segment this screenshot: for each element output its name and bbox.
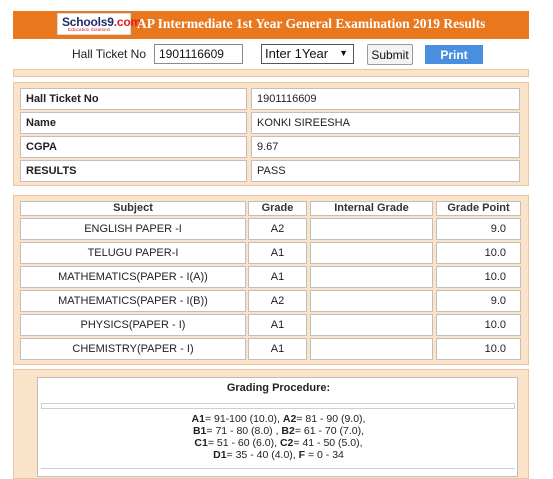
subject-cell: MATHEMATICS(PAPER - I(B)) (20, 290, 246, 312)
grading-line: D1= 35 - 40 (4.0), F = 0 - 34 (213, 449, 344, 461)
detail-value: 9.67 (251, 136, 520, 158)
detail-label: Hall Ticket No (20, 88, 247, 110)
grade-cell: A1 (248, 242, 307, 264)
detail-value: 1901116609 (251, 88, 520, 110)
grading-title: Grading Procedure: (226, 382, 331, 394)
detail-value: KONKI SIREESHA (251, 112, 520, 134)
grade-point-cell: 9.0 (436, 218, 521, 240)
detail-value: PASS (251, 160, 520, 182)
internal-grade-cell (310, 218, 433, 240)
subject-cell: TELUGU PAPER-I (20, 242, 246, 264)
grade-point-cell: 10.0 (436, 242, 521, 264)
grade-point-cell: 10.0 (436, 338, 521, 360)
detail-label: Name (20, 112, 247, 134)
submit-button[interactable]: Submit (367, 44, 413, 65)
column-header-internal-grade: Internal Grade (310, 201, 433, 216)
internal-grade-cell (310, 242, 433, 264)
logo-text: Schools9.com (62, 15, 141, 29)
grading-line: A1= 91-100 (10.0), A2= 81 - 90 (9.0), (191, 413, 366, 425)
subject-cell: MATHEMATICS(PAPER - I(A)) (20, 266, 246, 288)
grading-bottom-divider (41, 468, 515, 474)
header-bar: Schools9.com Education Solutions AP Inte… (13, 11, 529, 39)
subject-cell: ENGLISH PAPER -I (20, 218, 246, 240)
grade-point-cell: 9.0 (436, 290, 521, 312)
grade-point-cell: 10.0 (436, 314, 521, 336)
detail-label: RESULTS (20, 160, 247, 182)
subject-cell: CHEMISTRY(PAPER - I) (20, 338, 246, 360)
divider-strip (13, 69, 529, 77)
grading-line: C1= 51 - 60 (6.0), C2= 41 - 50 (5.0), (194, 437, 363, 449)
detail-label: CGPA (20, 136, 247, 158)
column-header-grade-point: Grade Point (436, 201, 521, 216)
grade-cell: A2 (248, 290, 307, 312)
site-logo[interactable]: Schools9.com Education Solutions (57, 13, 141, 35)
grade-cell: A1 (248, 266, 307, 288)
hall-ticket-input[interactable] (154, 44, 243, 64)
column-header-grade: Grade (248, 201, 307, 216)
grade-cell: A1 (248, 338, 307, 360)
subject-cell: PHYSICS(PAPER - I) (20, 314, 246, 336)
year-select-value: Inter 1Year (265, 46, 329, 61)
hall-ticket-label: Hall Ticket No (72, 47, 147, 61)
page-title: AP Intermediate 1st Year General Examina… (137, 16, 486, 31)
grade-point-cell: 10.0 (436, 266, 521, 288)
grading-divider (41, 403, 515, 409)
results-page: Schools9.com Education Solutions AP Inte… (0, 0, 553, 479)
grade-cell: A1 (248, 314, 307, 336)
internal-grade-cell (310, 314, 433, 336)
internal-grade-cell (310, 290, 433, 312)
column-header-subject: Subject (20, 201, 246, 216)
internal-grade-cell (310, 338, 433, 360)
grading-procedure: Grading Procedure: A1= 91-100 (10.0), A2… (37, 377, 518, 477)
grade-cell: A2 (248, 218, 307, 240)
logo-tagline: Education Solutions (68, 28, 111, 33)
year-select[interactable]: Inter 1Year ▼ (261, 44, 354, 64)
print-button[interactable]: Print (425, 45, 483, 64)
internal-grade-cell (310, 266, 433, 288)
grading-line: B1= 71 - 80 (8.0) , B2= 61 - 70 (7.0), (192, 425, 365, 437)
dropdown-arrow-icon: ▼ (339, 48, 348, 58)
